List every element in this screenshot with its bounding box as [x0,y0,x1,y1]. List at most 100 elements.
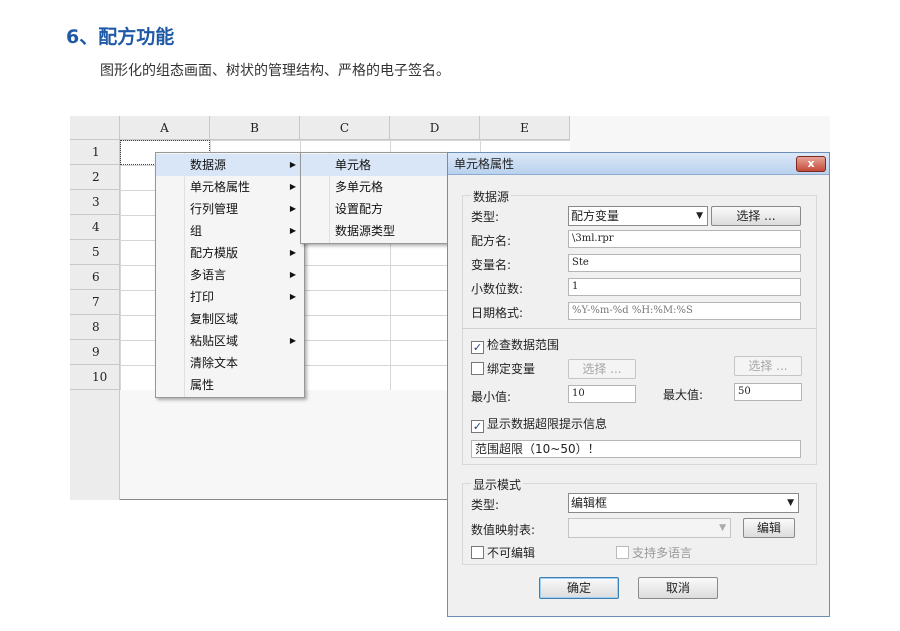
submenu-arrow-icon: ▶ [289,270,296,279]
row-header[interactable]: 9 [70,340,120,365]
menu-item-paste-range[interactable]: 粘贴区域 ▶ [156,330,304,352]
row-header-filler [70,390,120,500]
menu-item-cell-properties[interactable]: 单元格属性 ▶ [156,176,304,198]
menu-item-label: 复制区域 [190,312,239,326]
submenu-item-multi-cell[interactable]: 多单元格 [301,176,447,198]
bind-select-button-2[interactable]: 选择 ... [734,356,802,376]
display-mode-group: 显示模式 类型: 编辑框 ▼ 数值映射表: ▼ 编辑 不可编辑 支持多语言 [462,476,817,565]
display-type-select[interactable]: 编辑框 ▼ [568,493,799,513]
checkbox-checked-icon: ✓ [471,420,484,433]
menu-item-clear-text[interactable]: 清除文本 [156,352,304,374]
dialog-titlebar[interactable]: 单元格属性 [448,153,829,175]
select-variable-button[interactable]: 选择 ... [711,206,801,226]
checkbox-unchecked-icon [471,546,484,559]
submenu-item-set-recipe[interactable]: 设置配方 [301,198,447,220]
row-header[interactable]: 1 [70,140,120,165]
min-value-label: 最小值: [471,390,512,404]
row-header[interactable]: 5 [70,240,120,265]
bind-variable-checkbox[interactable]: 绑定变量 [471,362,535,376]
type-label: 类型: [471,210,500,224]
limit-message-field[interactable]: 范围超限（10~50）！ [471,440,801,458]
variable-name-field[interactable]: Ste [568,254,801,272]
section-subtitle: 图形化的组态画面、树状的管理结构、严格的电子签名。 [100,63,450,79]
min-value-field[interactable]: 10 [568,385,636,403]
menu-item-label: 数据源 [190,158,227,172]
value-map-select[interactable]: ▼ [568,518,731,538]
row-header[interactable]: 3 [70,190,120,215]
menu-item-datasource[interactable]: 数据源 ▶ [156,154,304,176]
submenu-arrow-icon: ▶ [289,226,296,235]
menu-item-print[interactable]: 打印 ▶ [156,286,304,308]
submenu-arrow-icon: ▶ [289,204,296,213]
multilanguage-checkbox[interactable]: 支持多语言 [616,546,692,560]
ok-button[interactable]: 确定 [539,577,619,599]
datasource-group-title: 数据源 [471,188,512,205]
menu-item-copy-range[interactable]: 复制区域 [156,308,304,330]
menu-item-label: 组 [190,224,203,238]
check-range-checkbox[interactable]: ✓ 检查数据范围 [471,338,559,354]
datasource-type-select[interactable]: 配方变量 ▼ [568,206,708,226]
max-value-field[interactable]: 50 [734,383,802,401]
menu-item-multilanguage[interactable]: 多语言 ▶ [156,264,304,286]
menu-item-label: 行列管理 [190,202,239,216]
menu-item-row-column[interactable]: 行列管理 ▶ [156,198,304,220]
column-header-b[interactable]: B [210,116,300,140]
menu-item-properties[interactable]: 属性 [156,374,304,396]
checkbox-checked-icon: ✓ [471,341,484,354]
show-limit-message-checkbox[interactable]: ✓ 显示数据超限提示信息 [471,417,607,433]
column-header-e[interactable]: E [480,116,570,140]
menu-item-label: 粘贴区域 [190,334,239,348]
dropdown-arrow-icon: ▼ [696,211,703,221]
menu-item-label: 属性 [190,378,215,392]
menu-item-group[interactable]: 组 ▶ [156,220,304,242]
readonly-checkbox[interactable]: 不可编辑 [471,546,535,560]
menu-item-recipe-template[interactable]: 配方模版 ▶ [156,242,304,264]
edit-map-button[interactable]: 编辑 [743,518,795,538]
context-menu: 数据源 ▶ 单元格属性 ▶ 行列管理 ▶ 组 ▶ 配方模版 ▶ 多语言 ▶ 打印 ▶ 复制区域… [155,152,305,398]
value-map-label: 数值映射表: [471,523,536,537]
max-value-label: 最大值: [663,388,704,402]
checkbox-unchecked-icon [616,546,629,559]
submenu-arrow-icon: ▶ [289,248,296,257]
dialog-title: 单元格属性 [454,157,515,171]
submenu-item-cell[interactable]: 单元格 [301,154,447,176]
readonly-label: 不可编辑 [487,546,536,560]
multilanguage-label: 支持多语言 [632,546,693,560]
menu-item-label: 打印 [190,290,215,304]
recipe-name-field[interactable]: \3ml.rpr [568,230,801,248]
row-header[interactable]: 4 [70,215,120,240]
row-header[interactable]: 8 [70,315,120,340]
datasource-type-value: 配方变量 [571,209,620,223]
row-header[interactable]: 6 [70,265,120,290]
datasource-submenu: 单元格 多单元格 设置配方 数据源类型 [300,152,448,244]
column-header-d[interactable]: D [390,116,480,140]
show-limit-message-label: 显示数据超限提示信息 [487,417,608,431]
display-type-label: 类型: [471,498,500,512]
check-range-label: 检查数据范围 [487,338,560,352]
variable-name-label: 变量名: [471,258,512,272]
row-header[interactable]: 2 [70,165,120,190]
submenu-item-datasource-type[interactable]: 数据源类型 [301,220,447,242]
cancel-button[interactable]: 取消 [638,577,718,599]
section-heading: 6、配方功能 [66,26,175,48]
checkbox-unchecked-icon [471,362,484,375]
menu-item-label: 配方模版 [190,246,239,260]
date-format-label: 日期格式: [471,306,524,320]
cell-properties-dialog: 单元格属性 x 数据源 类型: 配方变量 ▼ 选择 ... 配方名: \3ml.… [447,152,830,617]
submenu-arrow-icon: ▶ [289,292,296,301]
submenu-arrow-icon: ▶ [289,336,296,345]
submenu-arrow-icon: ▶ [289,182,296,191]
bind-select-button[interactable]: 选择 ... [568,359,636,379]
display-type-value: 编辑框 [571,496,608,510]
sheet-corner[interactable] [70,116,120,140]
column-header-a[interactable]: A [120,116,210,140]
row-header[interactable]: 10 [70,365,120,390]
display-mode-group-title: 显示模式 [471,476,524,493]
decimals-field[interactable]: 1 [568,278,801,296]
column-header-c[interactable]: C [300,116,390,140]
decimals-label: 小数位数: [471,282,524,296]
submenu-arrow-icon: ▶ [289,160,296,169]
close-button[interactable]: x [796,156,826,172]
date-format-field[interactable]: %Y-%m-%d %H:%M:%S [568,302,801,320]
row-header[interactable]: 7 [70,290,120,315]
